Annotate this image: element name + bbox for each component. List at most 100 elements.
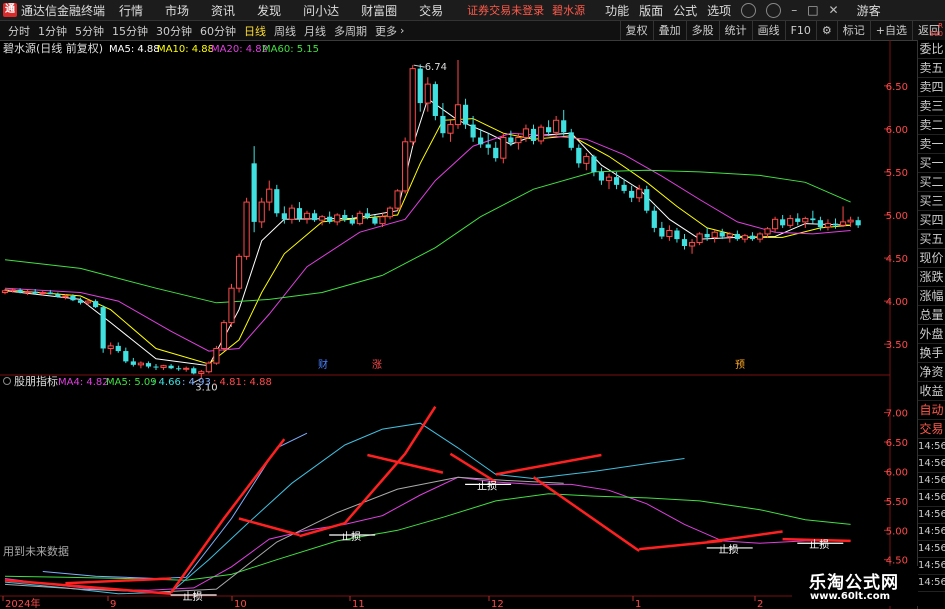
adjust-button[interactable]: 复权 [619, 21, 653, 40]
add-watchlist-button[interactable]: +自选 [869, 21, 912, 40]
sidebar-item[interactable]: 委比 [918, 40, 945, 59]
close-icon[interactable]: ✕ [829, 3, 839, 17]
menu-item-ask[interactable]: 问小达 [303, 2, 339, 19]
sidebar-item[interactable]: 14:56 [918, 507, 945, 524]
login-warning[interactable]: 证券交易未登录 [467, 2, 544, 18]
sidebar-item[interactable]: 交易 [918, 420, 945, 439]
main-tick-label: 4.00 [886, 297, 908, 308]
sidebar-item[interactable]: 14:56 [918, 558, 945, 575]
candle-body [55, 294, 61, 297]
message-icon[interactable] [766, 2, 782, 18]
sidebar-item[interactable]: 涨幅 [918, 287, 945, 306]
user-icon[interactable] [741, 2, 757, 18]
sidebar-item[interactable]: 买一 [918, 154, 945, 173]
menu-item-layout[interactable]: 版面 [639, 2, 663, 19]
sidebar-item[interactable]: 14:56 [918, 439, 945, 456]
sidebar-item[interactable]: 换手 [918, 344, 945, 363]
period-tab-weekly[interactable]: 周线 [274, 23, 296, 39]
candle-body [394, 190, 401, 209]
period-tab-60min[interactable]: 60分钟 [200, 23, 236, 39]
period-tab-timeshare[interactable]: 分时 [8, 23, 30, 39]
period-tab-1min[interactable]: 1分钟 [38, 23, 67, 39]
candle-body [553, 119, 560, 133]
sub-legend-v2: : 4.93 [182, 377, 211, 388]
marker-zhang[interactable]: 涨 [372, 359, 382, 371]
period-tab-more[interactable]: 更多 [375, 23, 397, 39]
sidebar-item[interactable]: 14:56 [918, 575, 945, 592]
period-tab-daily[interactable]: 日线 [244, 23, 266, 39]
menu-item-options[interactable]: 选项 [707, 2, 731, 19]
sidebar-item[interactable]: 自动 [918, 401, 945, 420]
f10-button[interactable]: F10 [784, 21, 816, 40]
overlay-button[interactable]: 叠加 [652, 21, 686, 40]
candle-body [478, 137, 484, 145]
indicator-settings-icon[interactable] [3, 377, 11, 385]
chevron-right-icon[interactable]: › [400, 24, 404, 37]
period-tab-30min[interactable]: 30分钟 [156, 23, 192, 39]
minimize-icon[interactable]: – [791, 3, 797, 17]
menu-item-wealth[interactable]: 财富圈 [361, 2, 397, 19]
sidebar-item[interactable]: 涨跌 [918, 268, 945, 287]
sidebar-item[interactable]: 14:56 [918, 490, 945, 507]
sidebar-item[interactable]: 买五 [918, 230, 945, 249]
menu-item-market[interactable]: 市场 [165, 2, 189, 19]
period-tab-multi[interactable]: 多周期 [334, 23, 367, 39]
sidebar-item[interactable]: 卖五 [918, 59, 945, 78]
candle-body [674, 230, 680, 240]
menu-item-quotes[interactable]: 行情 [119, 2, 143, 19]
kline-chart[interactable]: 6.743.10 止损止损止损止损 止损 6.506.005.505.004.50… [0, 40, 918, 609]
candle-body [168, 365, 174, 369]
sidebar-item[interactable]: 收益 [918, 382, 945, 401]
high-marker [413, 64, 425, 68]
sub-line-green [4, 493, 851, 581]
candle-body [100, 307, 106, 349]
sidebar-item[interactable]: 14:56 [918, 473, 945, 490]
candle-body [235, 255, 243, 289]
sidebar-item[interactable]: 卖二 [918, 116, 945, 135]
period-tab-15min[interactable]: 15分钟 [112, 23, 148, 39]
sidebar-item[interactable]: 卖四 [918, 78, 945, 97]
candle-body [605, 176, 613, 182]
sidebar-item[interactable]: 14:56 [918, 541, 945, 558]
indicator-panel: 止损止损止损止损 止损 [4, 406, 851, 603]
signal-line [495, 453, 602, 476]
sub-legend-ma5: MA5: 5.09 [106, 377, 157, 388]
sidebar-item[interactable]: 买四 [918, 211, 945, 230]
candle-body [802, 217, 809, 223]
sidebar-item[interactable]: 净资 [918, 363, 945, 382]
sidebar-item[interactable]: 总量 [918, 306, 945, 325]
draw-line-button[interactable]: 画线 [751, 21, 785, 40]
candle-body [454, 104, 462, 126]
guest-label[interactable]: 游客 [857, 2, 881, 19]
candle-body [251, 163, 257, 222]
sidebar-item[interactable]: 14:56 [918, 524, 945, 541]
sidebar-item[interactable]: 买二 [918, 173, 945, 192]
mark-button[interactable]: 标记 [836, 21, 870, 40]
maximize-icon[interactable]: □ [807, 3, 818, 17]
period-tab-monthly[interactable]: 月线 [304, 23, 326, 39]
sidebar-item[interactable]: 卖三 [918, 97, 945, 116]
settings-icon[interactable]: ⚙ [815, 21, 837, 40]
sidebar-item[interactable]: 现价 [918, 249, 945, 268]
menu-item-discover[interactable]: 发现 [257, 2, 281, 19]
period-tab-5min[interactable]: 5分钟 [75, 23, 104, 39]
sidebar-item[interactable]: 14:56 [918, 456, 945, 473]
stats-button[interactable]: 统计 [718, 21, 752, 40]
period-toolbar: 分时 1分钟 5分钟 15分钟 30分钟 60分钟 日线 周线 月线 多周期 更… [0, 21, 945, 41]
sidebar-item[interactable]: 卖一 [918, 135, 945, 154]
marker-yu[interactable]: 预 [735, 359, 745, 371]
menu-item-news[interactable]: 资讯 [211, 2, 235, 19]
multi-stock-button[interactable]: 多股 [685, 21, 719, 40]
sidebar-item[interactable]: 外盘 [918, 325, 945, 344]
menu-item-formula[interactable]: 公式 [673, 2, 697, 19]
sidebar-item[interactable]: 买三 [918, 192, 945, 211]
menu-item-trade[interactable]: 交易 [419, 2, 443, 19]
candle-body [546, 127, 552, 133]
x-tick-label: 1 [635, 599, 641, 609]
main-tick-label: 6.00 [886, 125, 908, 136]
candle-body [183, 367, 190, 370]
marker-cai[interactable]: 财 [318, 358, 328, 371]
signal-line [532, 476, 640, 552]
menu-item-function[interactable]: 功能 [605, 2, 629, 19]
signal-line [238, 517, 300, 537]
